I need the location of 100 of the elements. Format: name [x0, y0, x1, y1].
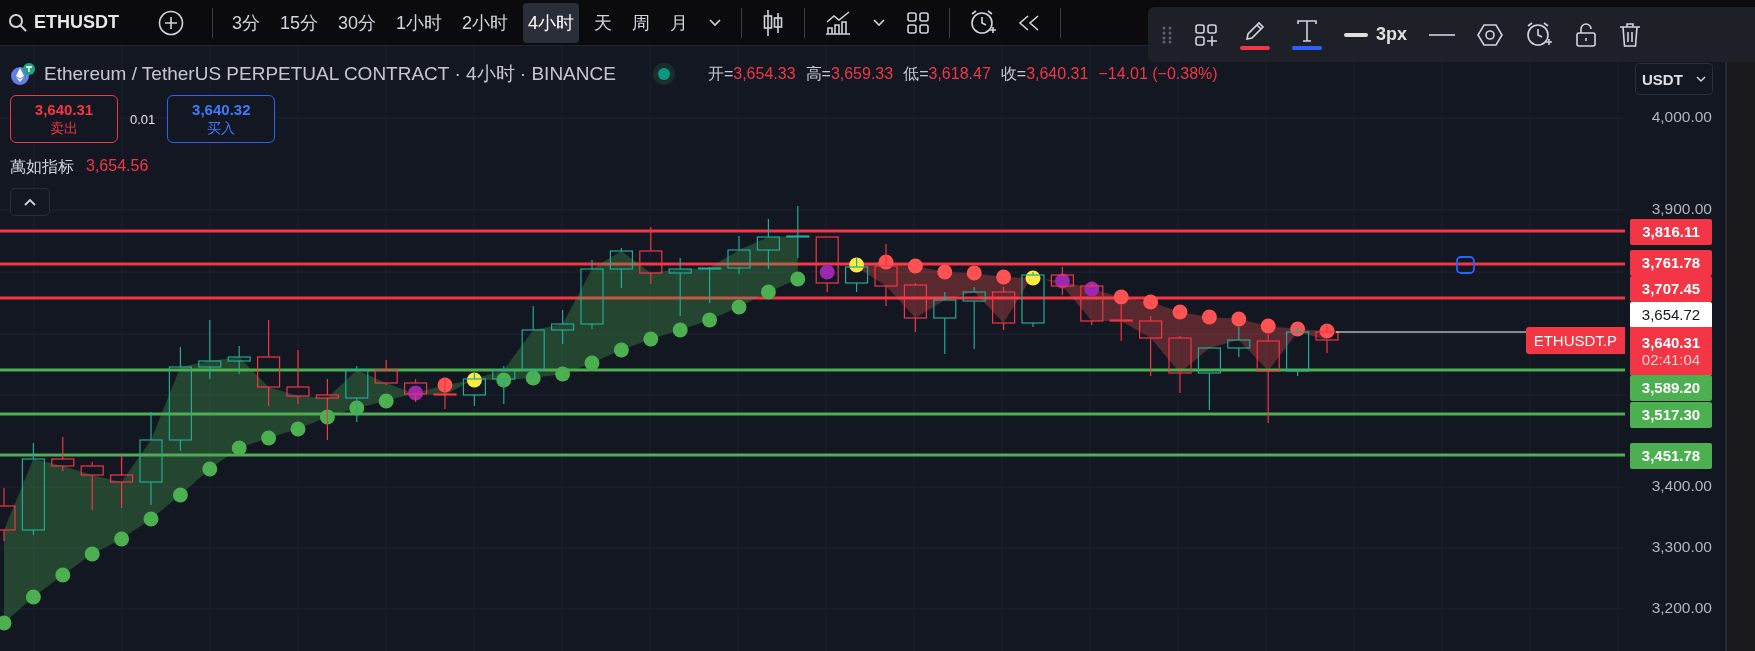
- price-axis-label: 4,000.00: [1651, 108, 1712, 126]
- candlestick: [404, 378, 428, 403]
- interval-tab[interactable]: 天: [589, 2, 618, 43]
- ohlc-value: 开=3,654.33: [707, 63, 796, 84]
- line-style-icon[interactable]: [1429, 32, 1456, 37]
- signal-dot: [202, 461, 218, 477]
- ohlc-value: 低=3,618.47: [903, 63, 991, 84]
- candlestick: [80, 461, 104, 511]
- ohlc-value: 高=3,659.33: [805, 63, 894, 84]
- candlestick: [903, 282, 927, 333]
- signal-dot: [643, 331, 659, 347]
- signal-dot: [25, 589, 41, 605]
- interval-tab[interactable]: 周: [627, 2, 656, 43]
- signal-dot: [1143, 294, 1159, 310]
- price-level-tag: 3,761.78: [1630, 250, 1712, 276]
- interval-tab[interactable]: 4小时: [523, 2, 580, 43]
- price-change: −14.01 (−0.38%): [1098, 65, 1218, 83]
- signal-dot: [1201, 309, 1217, 325]
- signal-dot: [231, 440, 247, 456]
- hexagon-icon[interactable]: [1477, 22, 1504, 47]
- last-price: 3,640.31: [1641, 334, 1701, 351]
- indicators-chart-icon[interactable]: [824, 9, 853, 36]
- alarm-clock-icon[interactable]: [1525, 20, 1554, 49]
- candlestick: [110, 454, 134, 509]
- chevron-down-icon[interactable]: [872, 17, 887, 28]
- candlestick: [962, 286, 986, 350]
- signal-dot: [937, 264, 953, 280]
- lock-icon[interactable]: [1575, 21, 1598, 48]
- price-level-tag: 3,451.78: [1630, 443, 1712, 469]
- interval-tab[interactable]: 3分: [227, 2, 265, 43]
- text-color-button[interactable]: [1292, 19, 1322, 50]
- pencil-color-button[interactable]: [1240, 19, 1270, 50]
- price-marker-tag: 3,654.72: [1630, 302, 1712, 328]
- candlestick: [462, 371, 486, 407]
- signal-dot: [114, 531, 130, 547]
- signal-dot: [1113, 289, 1129, 305]
- candlestick: [1139, 315, 1163, 377]
- signal-dot: [672, 322, 688, 338]
- chevron-up-icon: [23, 197, 37, 207]
- buy-button[interactable]: 3,640.32 买入: [167, 95, 276, 143]
- interval-tab[interactable]: 2小时: [457, 2, 514, 43]
- signal-dot: [408, 385, 424, 401]
- add-symbol-icon[interactable]: [158, 9, 184, 36]
- signal-dot: [966, 265, 982, 281]
- search-icon[interactable]: [8, 12, 28, 33]
- layout-grid-icon[interactable]: [906, 10, 931, 35]
- candlestick: [315, 378, 339, 441]
- signal-dot: [555, 366, 571, 382]
- chart-title: Ethereum / TetherUS PERPETUAL CONTRACT · 4小时 · BINANCE: [44, 62, 616, 86]
- candlestick: [1021, 271, 1045, 328]
- candlestick: [0, 487, 16, 542]
- collapse-button[interactable]: [10, 188, 50, 216]
- interval-tab[interactable]: 1小时: [391, 2, 448, 43]
- chevron-down-icon: [1696, 75, 1706, 83]
- candlestick: [374, 359, 398, 386]
- price-axis-label: 3,900.00: [1651, 200, 1712, 218]
- signal-dot: [1290, 321, 1306, 337]
- trash-icon[interactable]: [1619, 21, 1642, 48]
- interval-tab[interactable]: 30分: [333, 2, 382, 43]
- signal-dot: [55, 567, 71, 583]
- candlestick: [727, 235, 751, 275]
- signal-dot: [849, 257, 865, 273]
- candlestick: [580, 259, 604, 330]
- signal-dot: [466, 372, 482, 388]
- candlestick: [492, 365, 516, 405]
- interval-tab[interactable]: 月: [665, 2, 694, 43]
- candlestick: [51, 436, 75, 472]
- currency-dropdown[interactable]: USDT: [1635, 63, 1713, 95]
- candlestick: [1197, 346, 1221, 411]
- candlestick: [1168, 335, 1192, 394]
- alarm-clock-icon[interactable]: [969, 8, 998, 37]
- signal-dot: [584, 355, 600, 371]
- price-level-tag: 3,707.45: [1630, 276, 1712, 302]
- add-to-layout-icon[interactable]: [1194, 22, 1218, 47]
- signal-dot: [349, 400, 365, 416]
- candlestick: [1286, 326, 1310, 377]
- line-anchor-handle[interactable]: [1456, 256, 1475, 274]
- candlestick: [198, 319, 222, 380]
- line-width-button[interactable]: 3px: [1344, 24, 1408, 45]
- indicator-value: 3,654.56: [86, 157, 149, 176]
- interval-tab[interactable]: 15分: [275, 2, 324, 43]
- drag-handle-icon[interactable]: [1162, 25, 1172, 44]
- symbol-price-tag: ETHUSDT.P: [1525, 327, 1625, 354]
- signal-dot: [613, 342, 629, 358]
- signal-dot: [878, 254, 894, 270]
- indicator-name: 萬如指标: [10, 157, 74, 177]
- chevron-down-icon[interactable]: [708, 17, 723, 28]
- signal-dot: [1260, 318, 1276, 334]
- price-level-tag: 3,589.20: [1630, 375, 1712, 401]
- candlestick: [874, 243, 898, 307]
- text-icon: [1296, 19, 1318, 43]
- signal-dot: [172, 487, 188, 503]
- signal-dot: [143, 511, 159, 527]
- symbol-search-field[interactable]: ETHUSDT: [34, 12, 134, 33]
- candlestick: [756, 218, 780, 270]
- signal-dot: [1084, 281, 1100, 297]
- signal-dot: [702, 312, 718, 328]
- sell-button[interactable]: 3,640.31 卖出: [10, 95, 118, 143]
- signal-dot: [1172, 304, 1188, 320]
- signal-dot: [319, 409, 335, 425]
